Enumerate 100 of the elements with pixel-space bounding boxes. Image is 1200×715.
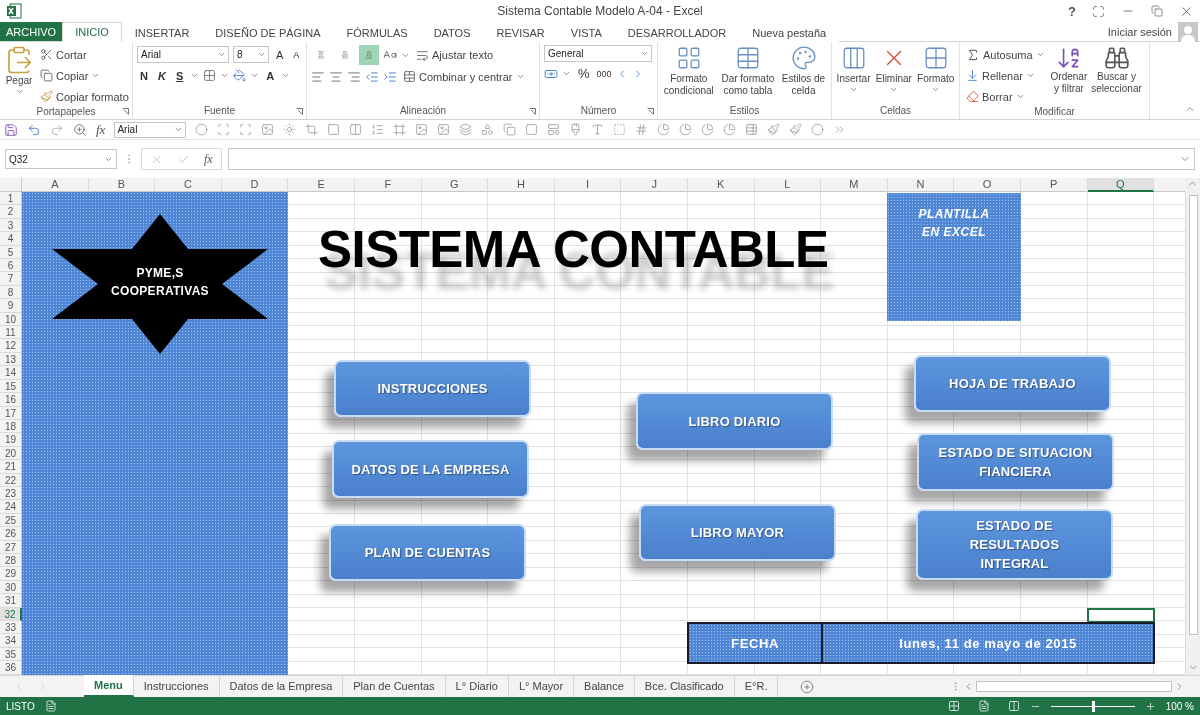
ribbon-tab[interactable]: INICIO (62, 22, 122, 42)
insert-function-button[interactable]: fx (96, 121, 106, 138)
font-color-button[interactable]: A (263, 66, 278, 85)
sheet-tab[interactable]: Menu (84, 675, 134, 697)
column-header[interactable]: J (621, 178, 688, 192)
caret-icon[interactable] (257, 50, 266, 59)
percent-button[interactable]: % (575, 64, 593, 83)
decrease-indent-icon[interactable] (365, 69, 379, 84)
scroll-thumb[interactable] (976, 681, 1172, 692)
select-all-corner[interactable] (0, 178, 22, 192)
italic-button[interactable]: K (154, 66, 169, 85)
column-header[interactable]: B (88, 178, 156, 192)
row-header[interactable]: 12 (0, 339, 22, 353)
macro-recording-icon[interactable] (44, 700, 57, 712)
redo-icon[interactable] (50, 122, 64, 137)
row-header[interactable]: 16 (0, 393, 22, 407)
fill-button[interactable]: Rellenar (964, 66, 1047, 85)
image-icon[interactable] (261, 123, 275, 136)
menu-button[interactable]: ESTADO DE RESULTADOS INTEGRAL (916, 509, 1113, 580)
pie-chart-icon[interactable] (679, 123, 693, 136)
caret-icon[interactable] (220, 71, 230, 80)
dashed-square-icon[interactable] (613, 123, 627, 136)
row-header[interactable]: 6 (0, 259, 22, 273)
borders-icon[interactable] (203, 69, 217, 82)
caret-icon[interactable] (281, 71, 291, 80)
row-header[interactable]: 1 (0, 192, 22, 206)
caret-icon[interactable] (174, 125, 184, 134)
shrink-font-button[interactable]: A (290, 45, 303, 64)
circle-icon[interactable] (811, 123, 825, 136)
magnifier-icon[interactable] (73, 122, 87, 137)
row-header[interactable]: 4 (0, 232, 22, 246)
grow-font-button[interactable]: A (273, 45, 287, 64)
row-header[interactable]: 26 (0, 527, 22, 541)
caret-icon[interactable] (889, 85, 899, 94)
row-header[interactable]: 34 (0, 634, 22, 648)
column-header[interactable]: L (754, 178, 822, 192)
picture-frame-icon[interactable] (547, 123, 561, 136)
previous-sheet-icon[interactable] (14, 681, 24, 692)
caret-icon[interactable] (1025, 71, 1035, 80)
column-header[interactable]: N (887, 178, 955, 192)
increase-indent-icon[interactable] (383, 69, 397, 84)
row-header[interactable]: 9 (0, 299, 22, 313)
pie-chart-icon[interactable] (701, 123, 715, 136)
help-button[interactable]: ? (1068, 3, 1076, 19)
menu-button[interactable]: HOJA DE TRABAJO (914, 355, 1111, 412)
column-header[interactable]: P (1020, 178, 1088, 192)
clear-button[interactable]: Borrar (964, 87, 1047, 106)
ribbon-display-icon[interactable] (1092, 4, 1105, 18)
row-header[interactable]: 24 (0, 500, 22, 514)
row-header[interactable]: 29 (0, 567, 22, 581)
pie-chart-icon[interactable] (723, 123, 737, 136)
insert-function-button[interactable]: fx (204, 151, 213, 167)
caret-icon[interactable] (1015, 92, 1025, 101)
brush-icon[interactable] (789, 123, 803, 136)
square-icon[interactable] (327, 123, 341, 136)
restore-icon[interactable] (1151, 5, 1163, 17)
pie-chart-icon[interactable] (657, 123, 671, 136)
brush-icon[interactable] (569, 123, 583, 136)
fill-color-icon[interactable] (233, 69, 247, 82)
menu-button[interactable]: PLAN DE CUENTAS (329, 524, 526, 581)
row-header[interactable]: 11 (0, 326, 22, 340)
caret-icon[interactable] (849, 85, 859, 94)
dialog-launcher-icon[interactable] (122, 108, 129, 115)
format-as-table-button[interactable]: Dar formato como tabla (721, 45, 775, 105)
brush-icon[interactable] (767, 123, 781, 136)
align-right-icon[interactable] (347, 69, 361, 84)
image-icon[interactable] (437, 123, 451, 136)
thousands-button[interactable]: 000 (596, 64, 612, 83)
frame-icon[interactable] (393, 123, 407, 136)
menu-button[interactable]: LIBRO MAYOR (639, 504, 836, 561)
cut-button[interactable]: Cortar (38, 45, 131, 64)
row-header[interactable]: 21 (0, 460, 22, 474)
sort-filter-button[interactable]: Ordenar y filtrar (1050, 45, 1088, 106)
insert-button[interactable]: Insertar (836, 45, 871, 105)
page-break-icon[interactable] (1007, 700, 1020, 712)
caret-icon[interactable] (217, 50, 226, 59)
column-header[interactable]: I (554, 178, 622, 192)
format-button[interactable]: Formato (917, 45, 955, 105)
circle-icon[interactable] (195, 123, 209, 136)
name-box[interactable]: Q32 (5, 149, 117, 169)
menu-button[interactable]: LIBRO DIARIO (636, 392, 833, 450)
scan-icon[interactable] (239, 123, 253, 136)
row-header[interactable]: 36 (0, 661, 22, 675)
column-header[interactable]: E (288, 178, 355, 192)
caret-icon[interactable] (640, 49, 649, 58)
row-header[interactable]: 2 (0, 205, 22, 219)
format-painter-button[interactable]: Copiar formato (38, 87, 131, 106)
sun-icon[interactable] (283, 123, 297, 136)
merge-center-button[interactable]: Combinar y centrar (401, 67, 527, 86)
file-tab[interactable]: ARCHIVO (0, 22, 63, 41)
save-icon[interactable] (4, 122, 18, 137)
type-icon[interactable] (591, 123, 605, 136)
number-format-field[interactable]: General (544, 45, 652, 62)
row-header[interactable]: 7 (0, 272, 22, 286)
copy-icon[interactable] (503, 123, 517, 136)
zoom-in-icon[interactable] (1144, 700, 1156, 712)
dialog-launcher-icon[interactable] (296, 108, 303, 115)
delete-button[interactable]: Eliminar (875, 45, 912, 105)
undo-icon[interactable] (27, 122, 41, 137)
formula-input[interactable] (227, 148, 1195, 170)
